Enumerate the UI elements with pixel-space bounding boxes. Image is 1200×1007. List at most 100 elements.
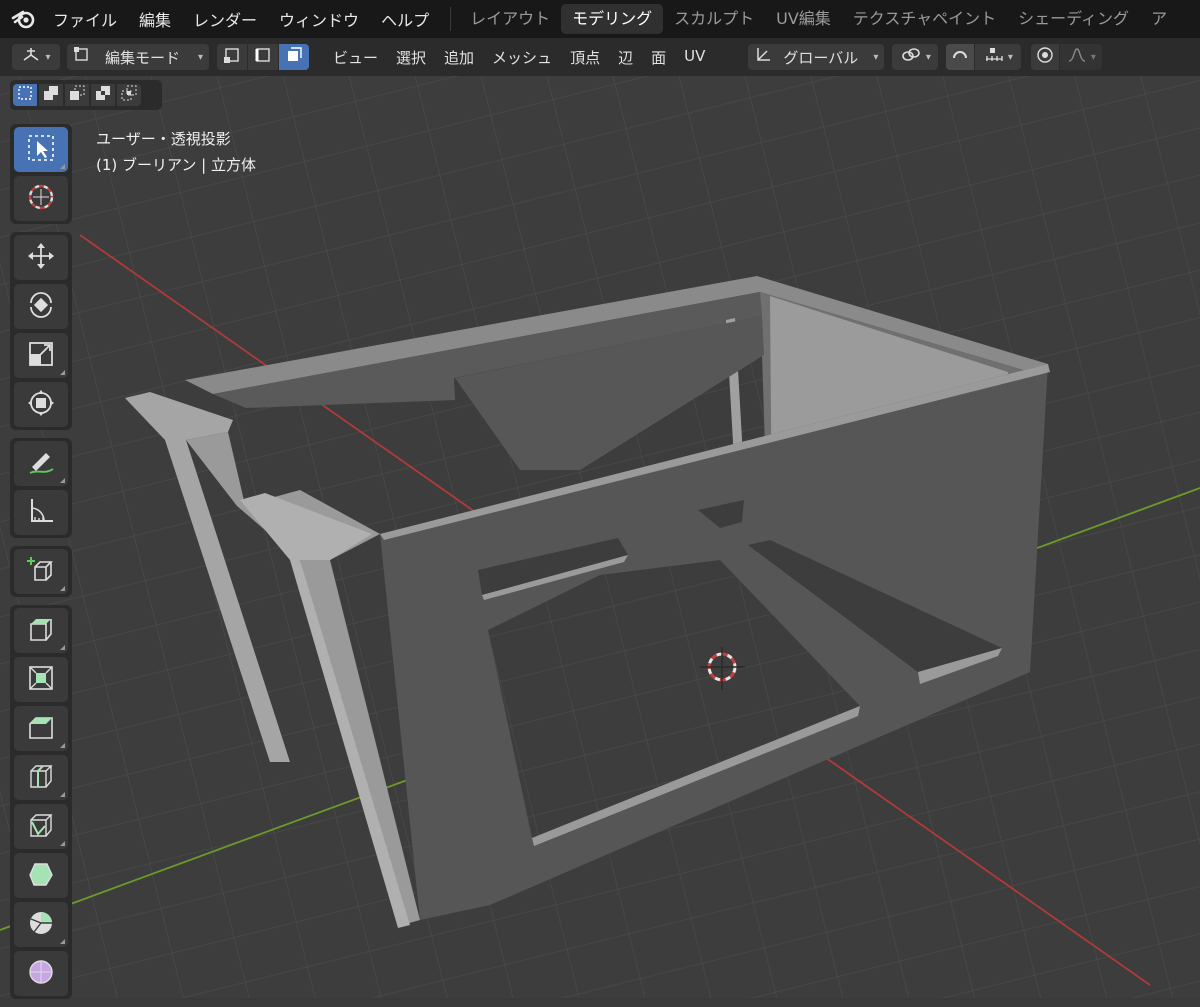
measure-icon xyxy=(26,496,56,530)
menu-face[interactable]: 面 xyxy=(642,47,675,68)
edit-mode-icon xyxy=(73,46,91,68)
viewport-scene[interactable] xyxy=(0,76,1200,998)
tool-variants-indicator xyxy=(60,939,65,944)
tool-transform[interactable] xyxy=(14,382,68,427)
vertex-select-icon xyxy=(223,46,241,68)
face-select-icon xyxy=(285,46,303,68)
tool-group-transform xyxy=(10,232,72,430)
select-difference-icon xyxy=(95,85,111,105)
menu-window[interactable]: ウィンドウ xyxy=(268,7,370,31)
blender-logo-icon[interactable] xyxy=(10,5,38,33)
menu-select[interactable]: 選択 xyxy=(387,47,435,68)
tool-measure[interactable] xyxy=(14,490,68,535)
tool-spin[interactable] xyxy=(14,902,68,947)
menu-help[interactable]: ヘルプ xyxy=(370,7,440,31)
tool-extrude[interactable] xyxy=(14,608,68,653)
cursor-icon xyxy=(26,182,56,216)
bevel-icon xyxy=(26,712,56,746)
tool-shelf xyxy=(10,124,72,1007)
tool-loop-cut[interactable] xyxy=(14,755,68,800)
tool-bevel[interactable] xyxy=(14,706,68,751)
proportional-edit-icon xyxy=(1036,46,1054,68)
menu-edit[interactable]: 編集 xyxy=(128,7,182,31)
face-select-button[interactable] xyxy=(279,44,309,70)
select-subtract-button[interactable] xyxy=(65,84,89,106)
select-box-mode-row xyxy=(10,80,162,110)
tab-layout[interactable]: レイアウト xyxy=(459,4,561,34)
extrude-icon xyxy=(26,614,56,648)
add-cube-icon xyxy=(26,555,56,589)
select-intersect-button[interactable] xyxy=(117,84,141,106)
tool-cursor[interactable] xyxy=(14,176,68,221)
tab-texture-paint[interactable]: テクスチャペイント xyxy=(842,4,1007,34)
tool-select-box[interactable] xyxy=(14,127,68,172)
poly-build-icon xyxy=(26,859,56,893)
object-info: (1) ブーリアン | 立方体 xyxy=(96,156,257,174)
tool-inset[interactable] xyxy=(14,657,68,702)
tool-add-cube[interactable] xyxy=(14,549,68,594)
menu-mesh[interactable]: メッシュ xyxy=(483,47,561,68)
tool-variants-indicator xyxy=(60,743,65,748)
vertex-select-button[interactable] xyxy=(217,44,247,70)
tool-annotate[interactable] xyxy=(14,441,68,486)
tool-scale[interactable] xyxy=(14,333,68,378)
select-set-icon xyxy=(17,85,33,105)
chevron-down-icon: ▾ xyxy=(45,51,51,63)
tab-animation-truncated[interactable]: ア xyxy=(1140,4,1178,34)
tool-group-add xyxy=(10,546,72,597)
viewport-header: ▾ 編集モード ▾ ビュー 選択 追加 メッシュ 頂点 辺 面 UV グローバル… xyxy=(0,38,1200,76)
tool-smooth[interactable] xyxy=(14,951,68,996)
mode-dropdown[interactable]: 編集モード ▾ xyxy=(67,44,209,70)
tab-uv-editing[interactable]: UV編集 xyxy=(765,4,842,34)
tool-variants-indicator xyxy=(60,841,65,846)
tab-modeling[interactable]: モデリング xyxy=(561,4,664,34)
pivot-link-icon xyxy=(900,46,922,68)
select-box-icon xyxy=(26,133,56,167)
transform-orientation-label: グローバル xyxy=(783,48,859,67)
snap-increment-icon xyxy=(984,47,1004,67)
menu-add[interactable]: 追加 xyxy=(435,47,483,68)
tool-group-annotate xyxy=(10,438,72,538)
transform-orientation-dropdown[interactable]: グローバル ▾ xyxy=(748,44,885,70)
select-difference-button[interactable] xyxy=(91,84,115,106)
edge-select-button[interactable] xyxy=(248,44,278,70)
menu-edge[interactable]: 辺 xyxy=(609,47,642,68)
menu-render[interactable]: レンダー xyxy=(182,7,268,31)
mode-label: 編集モード xyxy=(104,48,180,67)
select-subtract-icon xyxy=(69,85,85,105)
select-extend-button[interactable] xyxy=(39,84,63,106)
scale-icon xyxy=(26,339,56,373)
tool-poly-build[interactable] xyxy=(14,853,68,898)
orientation-axes-icon xyxy=(754,46,772,68)
tab-sculpt[interactable]: スカルプト xyxy=(663,4,765,34)
tool-variants-indicator xyxy=(60,478,65,483)
tab-shading[interactable]: シェーディング xyxy=(1007,4,1140,34)
pivot-point-dropdown[interactable]: ▾ xyxy=(892,44,939,70)
select-mode-toggle xyxy=(217,44,310,70)
menu-separator xyxy=(450,7,452,31)
chevron-down-icon: ▾ xyxy=(925,51,931,63)
snap-toggle[interactable] xyxy=(946,44,975,70)
menu-view[interactable]: ビュー xyxy=(324,47,387,68)
snap-target-dropdown[interactable]: ▾ xyxy=(975,44,1022,70)
menu-file[interactable]: ファイル xyxy=(42,7,128,31)
tool-move[interactable] xyxy=(14,235,68,280)
proportional-edit-toggle[interactable] xyxy=(1031,44,1060,70)
tool-knife[interactable] xyxy=(14,804,68,849)
chevron-down-icon: ▾ xyxy=(1007,51,1013,63)
proportional-group: ▾ xyxy=(1031,44,1103,70)
tool-rotate[interactable] xyxy=(14,284,68,329)
editor-type-selector[interactable]: ▾ xyxy=(12,44,60,70)
spin-icon xyxy=(26,908,56,942)
falloff-dropdown[interactable]: ▾ xyxy=(1060,44,1103,70)
menu-vertex[interactable]: 頂点 xyxy=(561,47,609,68)
select-set-button[interactable] xyxy=(13,84,37,106)
view-name: ユーザー・透視投影 xyxy=(96,130,231,148)
tool-group-mesh xyxy=(10,605,72,999)
tool-variants-indicator xyxy=(60,645,65,650)
chevron-down-icon: ▾ xyxy=(873,51,879,63)
rotate-icon xyxy=(26,290,56,324)
3d-viewport[interactable]: ユーザー・透視投影 (1) ブーリアン | 立方体 xyxy=(0,76,1200,998)
tool-variants-indicator xyxy=(60,586,65,591)
menu-uv[interactable]: UV xyxy=(675,47,714,68)
